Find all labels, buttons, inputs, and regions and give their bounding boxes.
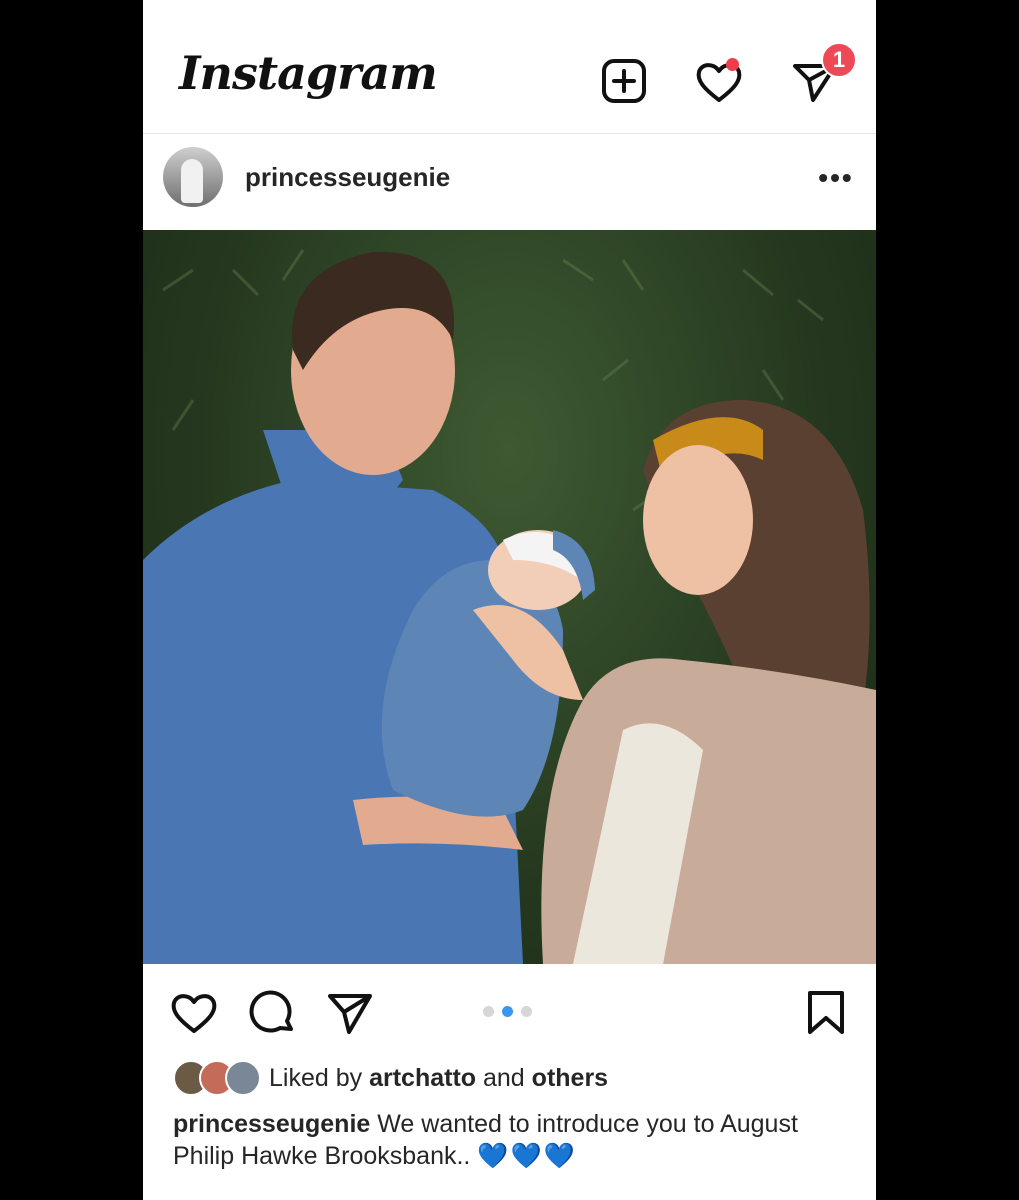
comment-icon[interactable] [247,988,297,1038]
likes-others-link[interactable]: others [532,1064,608,1092]
activity-heart-icon[interactable] [693,56,745,108]
instagram-logo[interactable]: Instagram [179,46,438,100]
direct-message-badge: 1 [821,42,857,78]
likes-row: Liked by artchatto and others [173,1060,853,1098]
post-caption: princesseugenie We wanted to introduce y… [173,1108,833,1172]
liker-avatars[interactable] [173,1060,263,1096]
photo-illustration [143,249,876,964]
new-post-icon[interactable] [599,56,651,108]
more-options-icon[interactable]: ••• [816,158,856,198]
post-username[interactable]: princesseugenie [245,162,450,193]
top-bar: Instagram 1 [143,0,876,134]
liker-avatar [225,1060,261,1096]
post-actions [143,964,876,1056]
share-icon[interactable] [325,988,375,1038]
likes-text[interactable]: Liked by artchatto and others [269,1064,608,1093]
caption-emoji: 💙💙💙 [477,1142,577,1170]
instagram-app: Instagram 1 princesseugenie ••• Liked by… [143,0,876,1200]
direct-message-icon[interactable]: 1 [789,42,857,108]
post-header: princesseugenie ••• [143,134,876,230]
liker-username[interactable]: artchatto [369,1064,476,1092]
save-bookmark-icon[interactable] [801,988,851,1038]
carousel-dot-active [502,1006,513,1017]
caption-username[interactable]: princesseugenie [173,1110,370,1138]
carousel-indicator [483,1006,532,1017]
post-photo[interactable] [143,230,876,964]
like-heart-icon[interactable] [169,988,219,1038]
carousel-dot [521,1006,532,1017]
carousel-dot [483,1006,494,1017]
avatar[interactable] [163,147,223,207]
activity-dot [726,58,739,71]
